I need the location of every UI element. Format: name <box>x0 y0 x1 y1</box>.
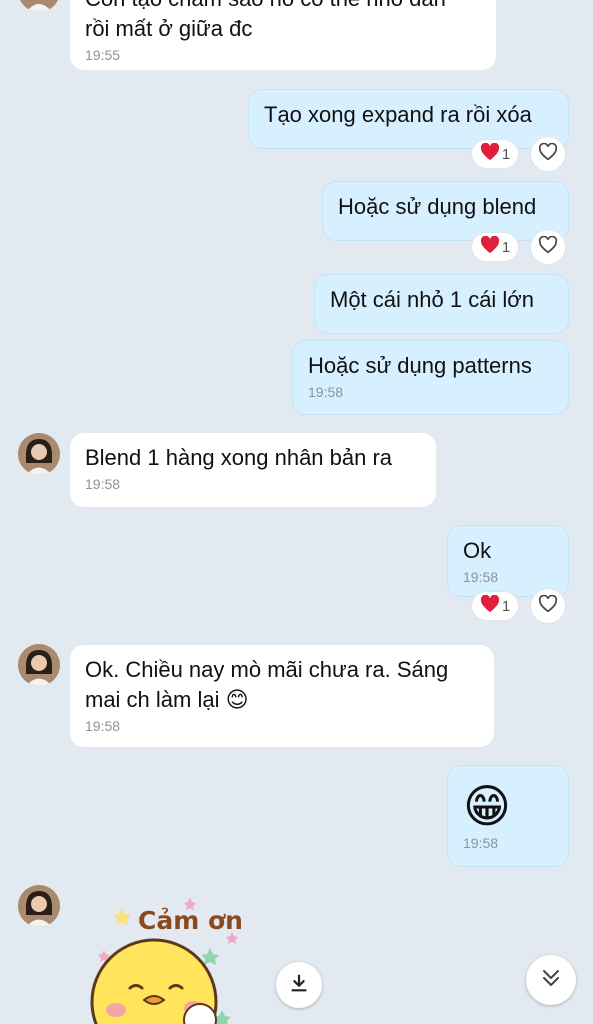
reaction-count: 1 <box>501 238 511 256</box>
reaction-badge[interactable]: 1 <box>472 140 518 168</box>
message-bubble[interactable]: Blend 1 hàng xong nhân bản ra 19:58 <box>70 433 436 507</box>
heart-icon <box>480 235 500 258</box>
sticker-caption: Cảm ơn <box>138 906 243 935</box>
sender-avatar[interactable] <box>18 433 60 475</box>
message-time: 19:58 <box>308 384 344 400</box>
message-bubble[interactable]: Tạo xong expand ra rồi xóa <box>248 89 569 149</box>
message-time: 19:58 <box>85 718 121 734</box>
reaction-count: 1 <box>501 597 511 615</box>
message-text: Tạo xong expand ra rồi xóa <box>264 102 532 127</box>
message-text: Hoặc sử dụng blend <box>338 194 537 219</box>
message-time: 19:58 <box>463 835 499 851</box>
download-icon <box>288 972 310 999</box>
heart-outline-icon <box>538 594 558 618</box>
like-button[interactable] <box>531 137 565 171</box>
message-text-line: rồi mất ở giữa đc <box>85 16 253 41</box>
message-text-line: mai ch làm lại 😊 <box>85 687 249 712</box>
message-bubble[interactable]: Hoặc sử dụng patterns 19:58 <box>292 340 569 415</box>
message-text-line: Còn tạo chấm sao nó có thể nhỏ dần <box>85 0 481 14</box>
sender-avatar[interactable] <box>18 0 60 12</box>
message-bubble[interactable]: Còn tạo chấm sao nó có thể nhỏ dần rồi m… <box>70 0 496 70</box>
message-text: Blend 1 hàng xong nhân bản ra <box>85 445 393 470</box>
message-bubble[interactable]: Ok. Chiều nay mò mãi chưa ra. Sáng mai c… <box>70 645 494 747</box>
message-text-line: Ok. Chiều nay mò mãi chưa ra. Sáng <box>85 657 449 682</box>
like-button[interactable] <box>531 230 565 264</box>
message-text: Hoặc sử dụng patterns <box>308 353 532 378</box>
message-text: Ok <box>463 538 492 563</box>
message-text: Một cái nhỏ 1 cái lớn <box>330 287 534 312</box>
download-button[interactable] <box>276 962 322 1008</box>
reaction-badge[interactable]: 1 <box>472 233 518 261</box>
sticker[interactable]: Cảm ơn <box>82 892 262 1024</box>
grinning-emoji: 😁 <box>463 780 511 832</box>
message-bubble[interactable]: Hoặc sử dụng blend <box>322 181 569 241</box>
message-bubble[interactable]: Một cái nhỏ 1 cái lớn <box>314 274 569 334</box>
heart-outline-icon <box>538 235 558 259</box>
heart-icon <box>480 594 500 617</box>
sender-avatar[interactable] <box>18 644 60 686</box>
message-time: 19:55 <box>85 47 121 63</box>
reaction-badge[interactable]: 1 <box>472 592 518 620</box>
heart-outline-icon <box>538 142 558 166</box>
heart-icon <box>480 142 500 165</box>
sender-avatar[interactable] <box>18 885 60 927</box>
reaction-count: 1 <box>501 145 511 163</box>
message-bubble[interactable]: Ok 19:58 <box>447 525 569 597</box>
scroll-to-bottom-button[interactable] <box>526 955 576 1005</box>
like-button[interactable] <box>531 589 565 623</box>
double-chevron-down-icon <box>539 966 563 995</box>
message-time: 19:58 <box>463 569 499 585</box>
message-bubble[interactable]: 😁 19:58 <box>447 765 569 867</box>
message-time: 19:58 <box>85 476 121 492</box>
